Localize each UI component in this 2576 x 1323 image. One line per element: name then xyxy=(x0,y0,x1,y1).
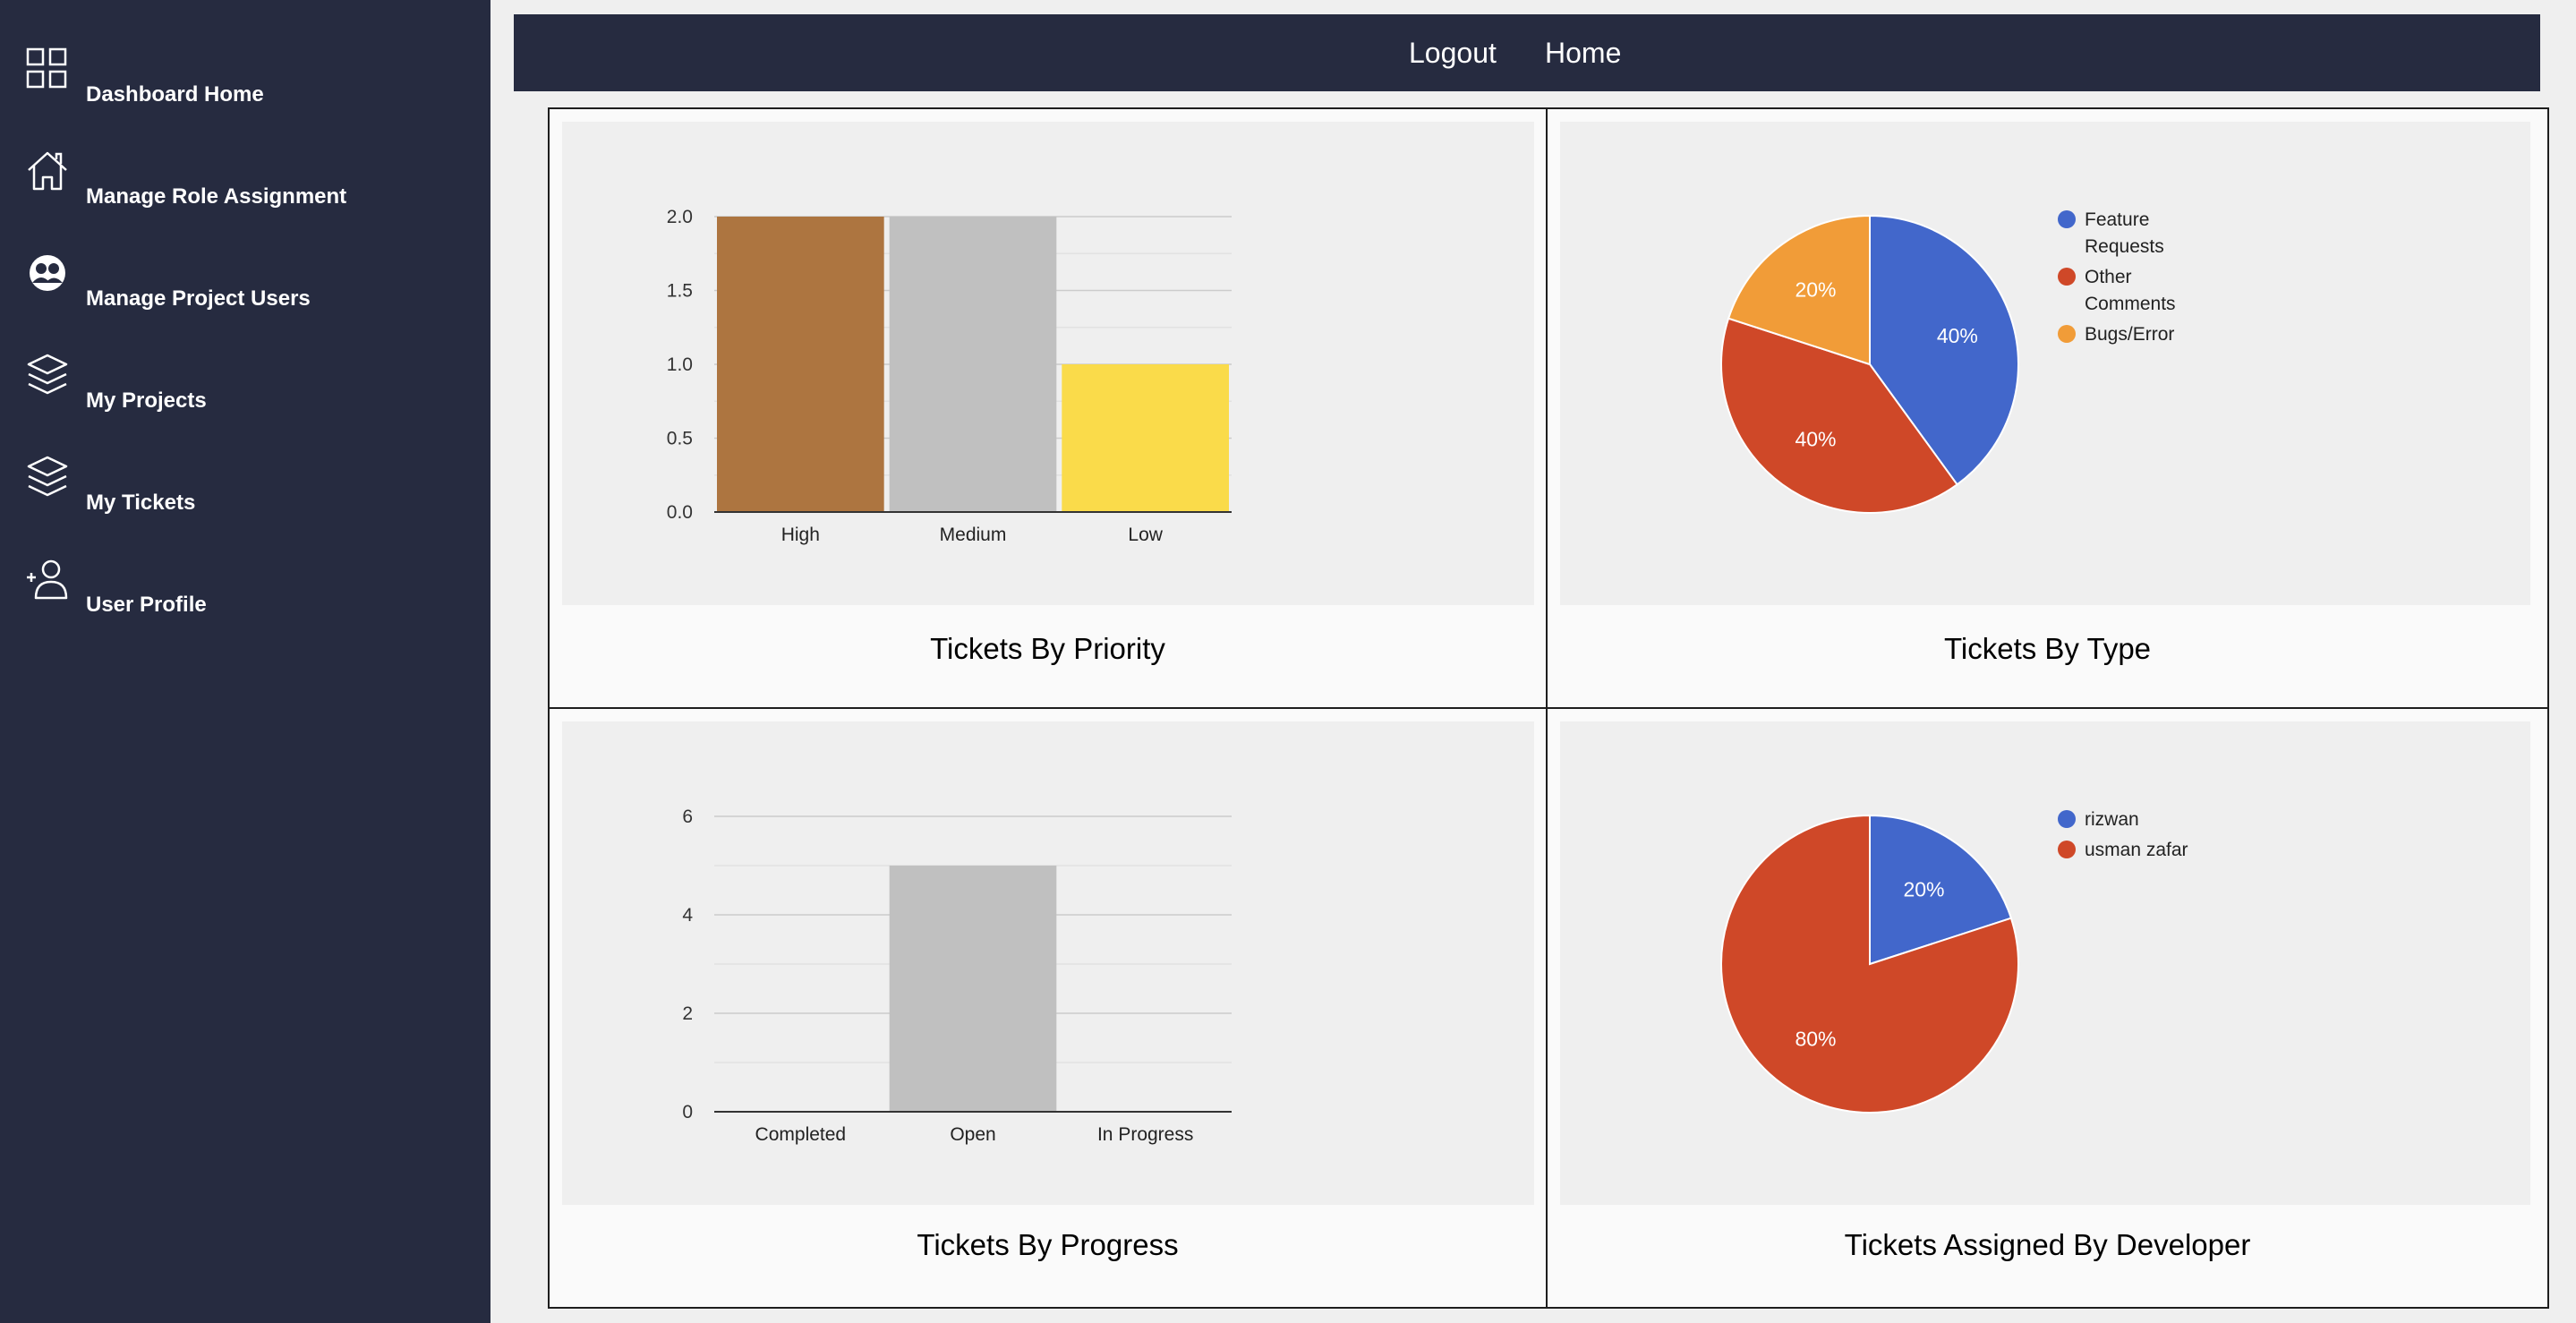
legend-swatch xyxy=(2058,268,2076,286)
y-tick-label: 2.0 xyxy=(667,207,693,227)
add-user-icon xyxy=(27,559,68,600)
x-tick-label: High xyxy=(781,525,820,545)
bar xyxy=(717,217,884,512)
panel-title: Tickets By Progress xyxy=(917,1228,1179,1261)
sidebar-item-manage-role-assignment[interactable]: Manage Role Assignment xyxy=(25,149,346,208)
bar-chart-priority: 0.0 0.5 1.0 1.5 2.0 High Medium Low xyxy=(667,207,1232,545)
x-tick-label: Open xyxy=(950,1124,995,1145)
y-tick-label: 4 xyxy=(682,905,693,926)
home-link[interactable]: Home xyxy=(1545,14,1621,91)
y-tick-label: 6 xyxy=(682,807,693,827)
dashboard-grid: 0.0 0.5 1.0 1.5 2.0 High Medium Low Tickets By … xyxy=(548,107,2549,1309)
legend-label: Feature xyxy=(2085,209,2149,230)
y-tick-label: 0.0 xyxy=(667,502,693,523)
sidebar-item-label: Manage Project Users xyxy=(86,286,311,311)
x-tick-label: Low xyxy=(1128,525,1163,545)
legend-label: Other xyxy=(2085,267,2132,287)
sidebar: Dashboard Home Manage Role Assignment Ma… xyxy=(0,0,490,1323)
slice-label: 20% xyxy=(1903,878,1944,901)
y-tick-label: 2 xyxy=(682,1003,693,1024)
legend-swatch xyxy=(2058,210,2076,228)
legend-label: Bugs/Error xyxy=(2085,324,2174,345)
panel-title: Tickets By Priority xyxy=(930,632,1165,665)
x-tick-label: Completed xyxy=(755,1124,847,1145)
pie-chart-type: 40% 40% 20% Feature Requests Other Comments Bug… xyxy=(1720,209,2176,514)
panel-tickets-by-type: 40% 40% 20% Feature Requests Other Comments Bug… xyxy=(1548,109,2547,707)
sidebar-item-label: My Projects xyxy=(86,388,207,413)
sidebar-item-my-projects[interactable]: My Projects xyxy=(25,353,207,412)
grid-icon xyxy=(26,47,67,89)
pie-chart-developer: 20% 80% rizwan usman zafar xyxy=(1720,809,2188,1114)
legend-label: rizwan xyxy=(2085,809,2139,830)
layers-icon xyxy=(27,354,68,395)
bar xyxy=(1062,364,1229,512)
legend-label: Comments xyxy=(2085,294,2176,314)
panel-tickets-by-progress: 0 2 4 6 Completed Open In Progress Tickets By … xyxy=(550,709,1546,1307)
logout-link[interactable]: Logout xyxy=(1409,14,1497,91)
slice-label: 20% xyxy=(1795,278,1836,302)
sidebar-item-label: User Profile xyxy=(86,593,207,617)
bar xyxy=(889,217,1057,512)
x-tick-label: Medium xyxy=(940,525,1007,545)
layers-icon xyxy=(27,456,68,497)
y-tick-label: 0 xyxy=(682,1102,693,1122)
sidebar-item-dashboard-home[interactable]: Dashboard Home xyxy=(25,47,264,106)
panel-tickets-assigned-by-developer: 20% 80% rizwan usman zafar Tickets Assigned… xyxy=(1548,709,2547,1307)
slice-label: 40% xyxy=(1937,324,1978,347)
sidebar-item-label: Dashboard Home xyxy=(86,82,264,107)
x-tick-label: In Progress xyxy=(1097,1124,1193,1145)
sidebar-item-label: Manage Role Assignment xyxy=(86,184,347,209)
slice-label: 40% xyxy=(1795,427,1836,450)
y-tick-label: 1.5 xyxy=(667,281,693,302)
top-navbar: Logout Home xyxy=(514,14,2540,91)
home-icon xyxy=(28,151,67,191)
sidebar-item-user-profile[interactable]: User Profile xyxy=(25,557,207,616)
legend-label: usman zafar xyxy=(2085,840,2188,860)
bar xyxy=(889,866,1057,1112)
bar-chart-progress: 0 2 4 6 Completed Open In Progress xyxy=(682,807,1232,1145)
legend-label: Requests xyxy=(2085,236,2164,257)
legend-swatch xyxy=(2058,325,2076,343)
panel-title: Tickets Assigned By Developer xyxy=(1844,1228,2251,1261)
panel-tickets-by-priority: 0.0 0.5 1.0 1.5 2.0 High Medium Low Tickets By … xyxy=(550,109,1546,707)
y-tick-label: 0.5 xyxy=(667,429,693,449)
y-tick-label: 1.0 xyxy=(667,354,693,375)
sidebar-item-manage-project-users[interactable]: Manage Project Users xyxy=(25,251,311,310)
sidebar-item-my-tickets[interactable]: My Tickets xyxy=(25,455,195,514)
legend-swatch xyxy=(2058,841,2076,858)
slice-label: 80% xyxy=(1795,1027,1836,1050)
users-icon xyxy=(30,255,65,291)
legend-swatch xyxy=(2058,810,2076,828)
panel-title: Tickets By Type xyxy=(1943,632,2152,665)
sidebar-item-label: My Tickets xyxy=(86,491,196,515)
